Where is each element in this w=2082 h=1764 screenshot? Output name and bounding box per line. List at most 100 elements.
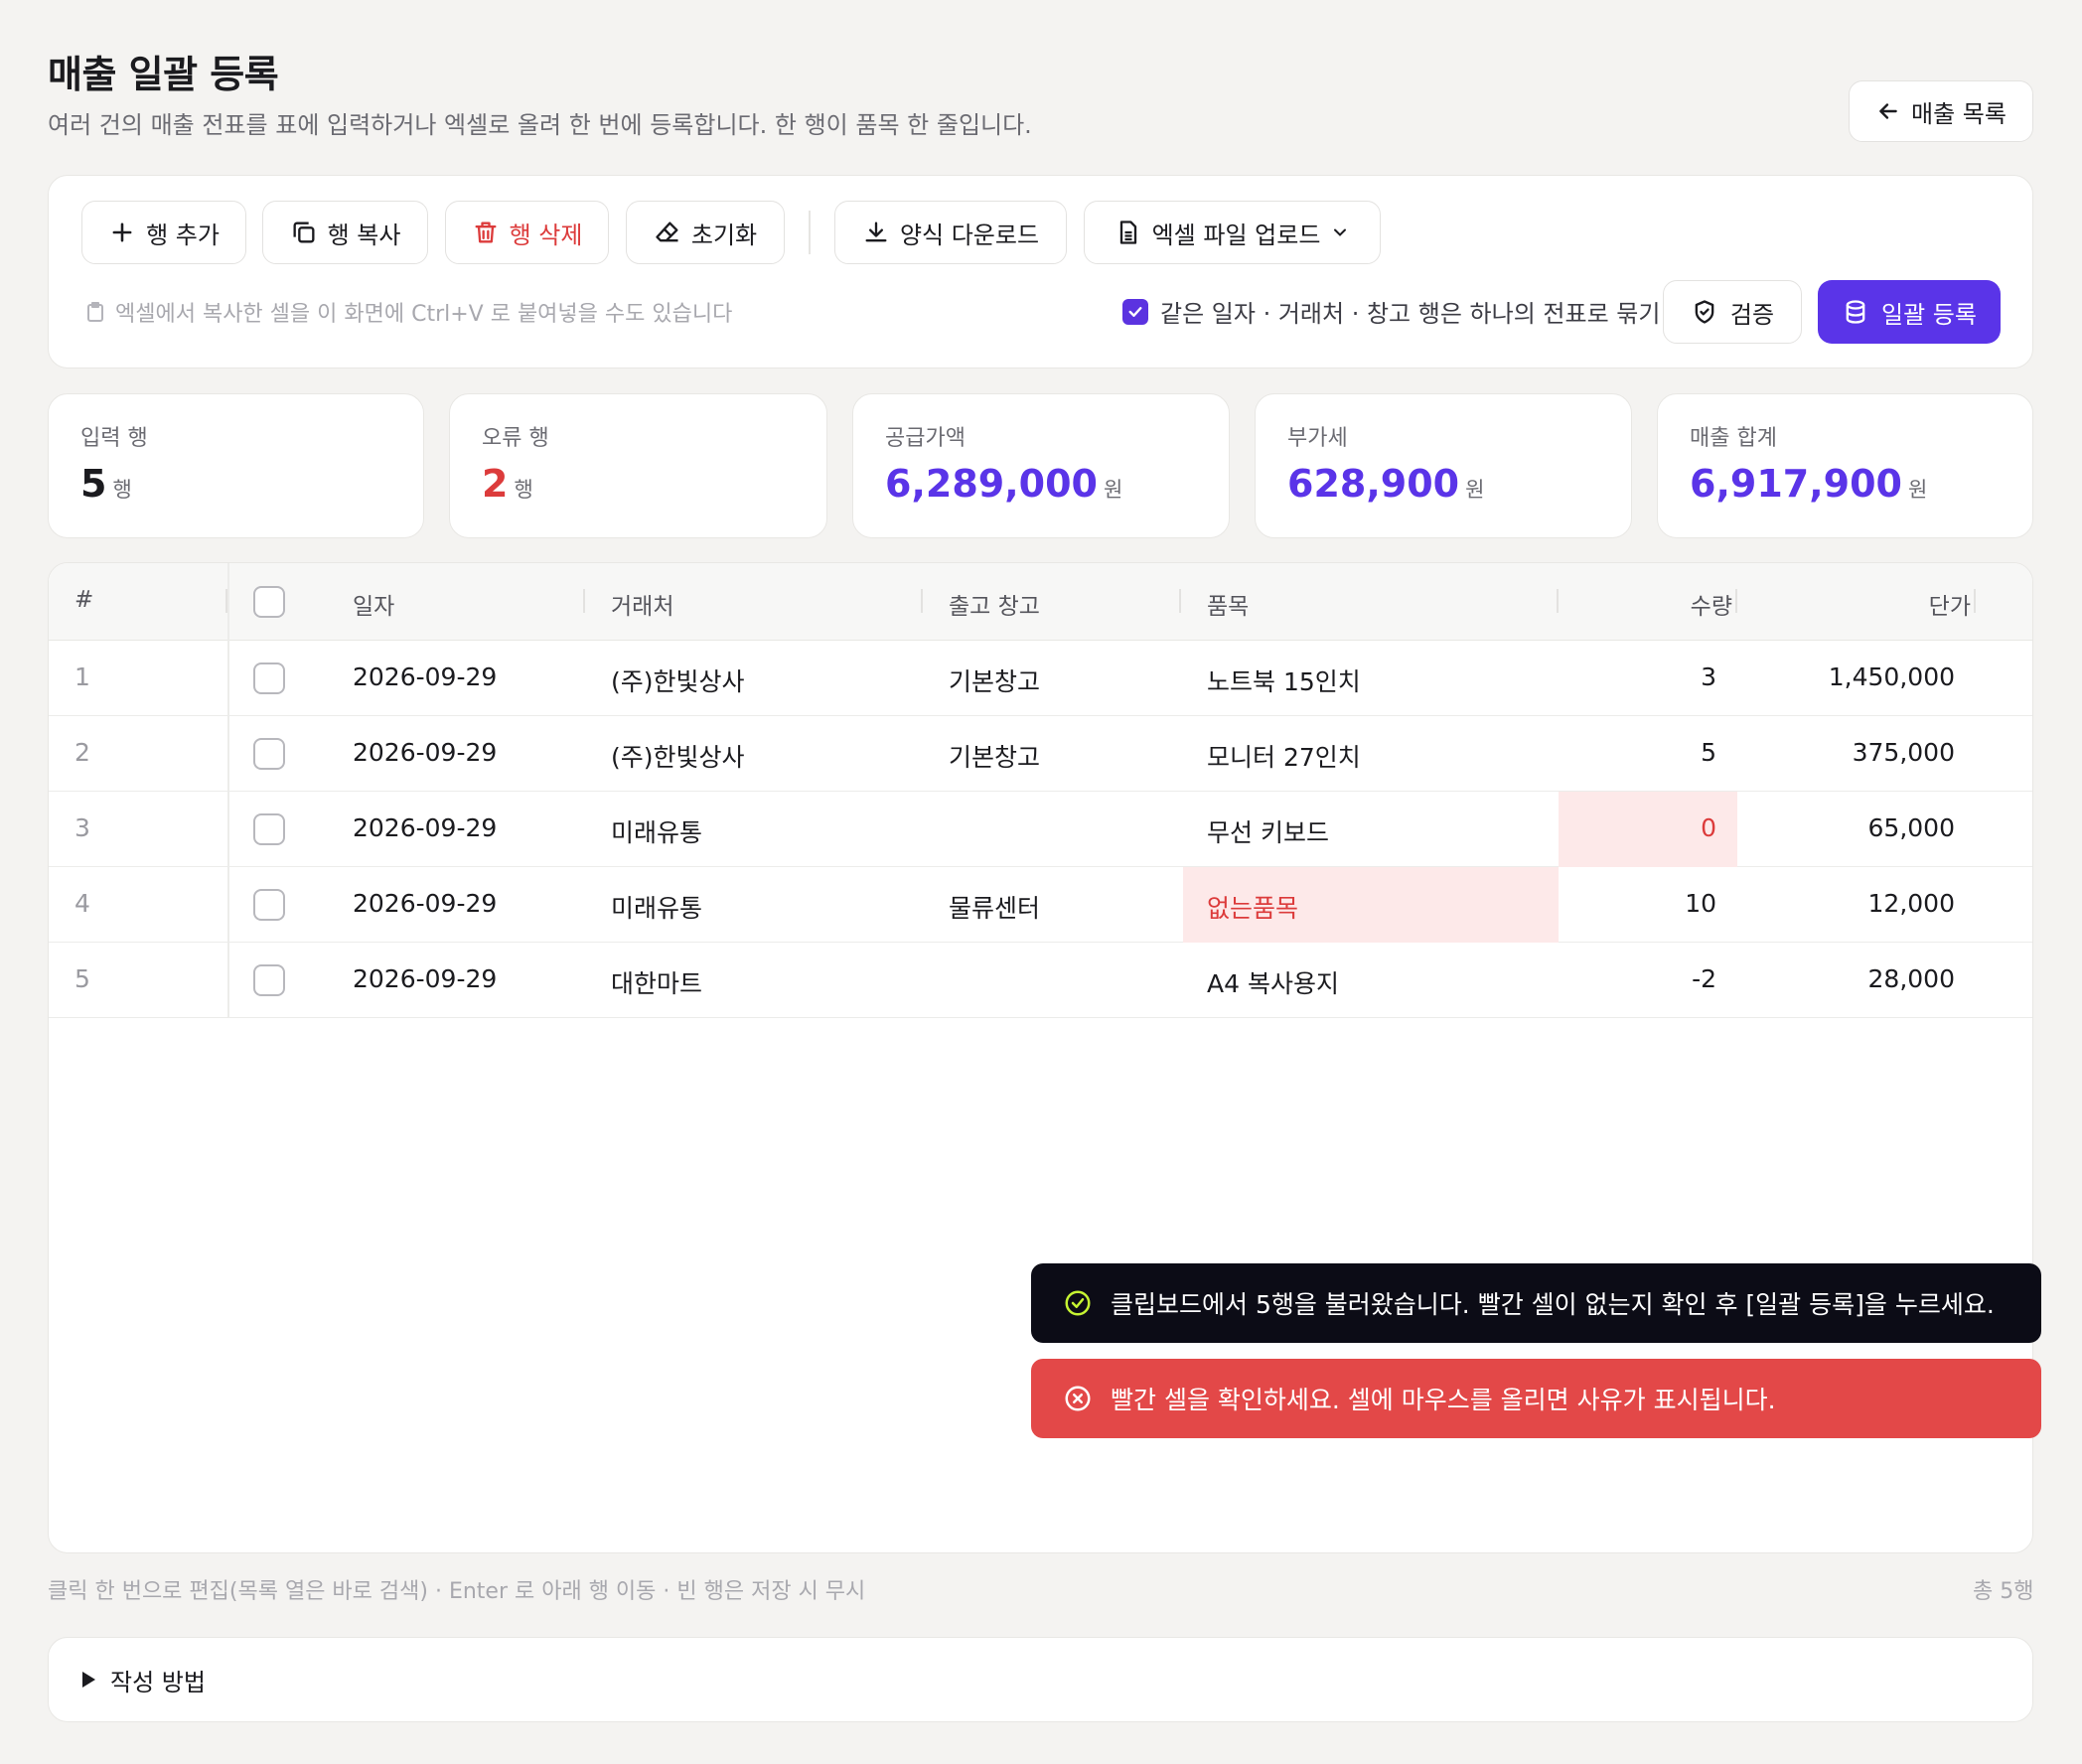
cell-item[interactable]: A4 복사용지	[1207, 964, 1339, 1000]
cell-price[interactable]: 375,000	[1853, 738, 1955, 767]
stat-unit: 행	[514, 478, 533, 502]
cell-date[interactable]: 2026-09-29	[353, 738, 497, 767]
cell-customer[interactable]: (주)한빛상사	[611, 738, 745, 774]
col-separator	[921, 589, 923, 613]
reset-button[interactable]: 초기화	[626, 201, 785, 264]
excel-upload-dropdown[interactable]: 엑셀 파일 업로드	[1084, 201, 1381, 264]
cell-price[interactable]: 28,000	[1868, 964, 1955, 993]
row-checkbox[interactable]	[253, 964, 285, 996]
stat-sales-total: 매출 합계 6,917,900 원	[1657, 393, 2033, 538]
template-download-button[interactable]: 양식 다운로드	[834, 201, 1067, 264]
x-circle-icon	[1065, 1386, 1091, 1411]
clipboard-icon	[87, 302, 103, 322]
cell-qty[interactable]: -2	[1692, 964, 1716, 993]
error-toast[interactable]: 빨간 셀을 확인하세요. 셀에 마우스를 올리면 사유가 표시됩니다.	[1031, 1359, 2041, 1438]
col-separator	[1179, 589, 1181, 613]
stat-label: 부가세	[1287, 426, 1348, 451]
stat-unit: 원	[1907, 478, 1928, 502]
verify-label: 검증	[1729, 300, 1775, 329]
table-row[interactable]: 3 2026-09-29 미래유통 무선 키보드 0 65,000	[49, 792, 2032, 867]
success-toast-text: 클립보드에서 5행을 불러왔습니다. 빨간 셀이 없는지 확인 후 [일괄 등록…	[1111, 1290, 1995, 1319]
stat-value: 5	[80, 462, 107, 506]
table-row[interactable]: 2 2026-09-29 (주)한빛상사 기본창고 모니터 27인치 5 375…	[49, 716, 2032, 792]
row-index: 5	[74, 964, 90, 993]
stat-label: 공급가액	[885, 426, 966, 451]
col-header-customer: 거래처	[611, 594, 674, 620]
cell-item[interactable]: 노트북 15인치	[1207, 662, 1361, 698]
cell-item[interactable]: 무선 키보드	[1207, 813, 1329, 849]
row-index: 4	[74, 889, 90, 918]
page-subtitle: 여러 건의 매출 전표를 표에 입력하거나 엑셀로 올려 한 번에 등록합니다.…	[48, 111, 1032, 139]
trash-icon	[475, 221, 497, 243]
download-icon	[865, 221, 887, 242]
total-row-count: 총 5행	[1973, 1579, 2034, 1604]
copy-icon	[293, 221, 315, 243]
verify-button[interactable]: 검증	[1663, 280, 1802, 344]
cell-price[interactable]: 1,450,000	[1829, 662, 1955, 691]
table-row[interactable]: 5 2026-09-29 대한마트 A4 복사용지 -2 28,000	[49, 943, 2032, 1018]
col-header-item: 품목	[1207, 594, 1250, 620]
col-separator	[583, 589, 585, 613]
cell-item-error[interactable]: 없는품목	[1207, 889, 1298, 925]
row-index: 1	[74, 662, 90, 691]
add-row-label: 행 추가	[146, 220, 220, 249]
cell-customer[interactable]: (주)한빛상사	[611, 662, 745, 698]
select-all-checkbox[interactable]	[253, 586, 285, 618]
stat-label: 오류 행	[482, 426, 549, 451]
delete-row-label: 행 삭제	[509, 220, 583, 249]
row-checkbox[interactable]	[253, 813, 285, 845]
cell-qty[interactable]: 3	[1701, 662, 1716, 691]
stat-unit: 행	[112, 478, 132, 502]
table-row[interactable]: 4 2026-09-29 미래유통 물류센터 없는품목 10 12,000	[49, 867, 2032, 943]
success-toast[interactable]: 클립보드에서 5행을 불러왔습니다. 빨간 셀이 없는지 확인 후 [일괄 등록…	[1031, 1263, 2041, 1343]
excel-upload-label: 엑셀 파일 업로드	[1151, 220, 1321, 249]
error-toast-text: 빨간 셀을 확인하세요. 셀에 마우스를 올리면 사유가 표시됩니다.	[1111, 1386, 1776, 1414]
cell-warehouse[interactable]: 기본창고	[949, 662, 1040, 698]
plus-icon	[112, 222, 132, 242]
cell-customer[interactable]: 미래유통	[611, 813, 702, 849]
row-index: 3	[74, 813, 90, 842]
toolbar-divider	[809, 211, 811, 254]
back-to-list-button[interactable]: 매출 목록	[1849, 80, 2033, 142]
cell-warehouse[interactable]: 물류센터	[949, 889, 1040, 925]
cell-customer[interactable]: 미래유통	[611, 889, 702, 925]
cell-qty[interactable]: 5	[1701, 738, 1716, 767]
stat-value: 6,289,000	[885, 462, 1098, 506]
back-label: 매출 목록	[1911, 99, 2007, 128]
row-checkbox[interactable]	[253, 738, 285, 770]
cell-warehouse[interactable]: 기본창고	[949, 738, 1040, 774]
stat-unit: 원	[1465, 478, 1485, 502]
row-checkbox[interactable]	[253, 889, 285, 921]
caret-right-icon	[82, 1672, 95, 1688]
table-header: # 일자 거래처 출고 창고 품목 수량 단가	[49, 563, 2032, 641]
add-row-button[interactable]: 행 추가	[81, 201, 246, 264]
cell-qty[interactable]: 10	[1685, 889, 1716, 918]
cell-date[interactable]: 2026-09-29	[353, 889, 497, 918]
cell-date[interactable]: 2026-09-29	[353, 964, 497, 993]
cell-customer[interactable]: 대한마트	[611, 964, 702, 1000]
col-header-warehouse: 출고 창고	[949, 594, 1040, 620]
bulk-submit-button[interactable]: 일괄 등록	[1818, 280, 2001, 344]
arrow-left-icon	[1879, 103, 1897, 119]
page-title: 매출 일괄 등록	[48, 53, 279, 96]
group-voucher-checkbox[interactable]	[1122, 298, 1148, 325]
cell-price[interactable]: 65,000	[1868, 813, 1955, 842]
stat-label: 입력 행	[80, 426, 148, 451]
stat-value: 6,917,900	[1690, 462, 1902, 506]
edit-hint: 클릭 한 번으로 편집(목록 열은 바로 검색) · Enter 로 아래 행 …	[48, 1579, 866, 1604]
cell-item[interactable]: 모니터 27인치	[1207, 738, 1361, 774]
cell-date[interactable]: 2026-09-29	[353, 662, 497, 691]
col-separator	[1735, 589, 1737, 613]
delete-row-button[interactable]: 행 삭제	[445, 201, 609, 264]
copy-row-button[interactable]: 행 복사	[262, 201, 428, 264]
howto-disclosure[interactable]: 작성 방법	[48, 1637, 2033, 1722]
row-checkbox[interactable]	[253, 662, 285, 694]
cell-price[interactable]: 12,000	[1868, 889, 1955, 918]
cell-qty-error[interactable]: 0	[1701, 813, 1716, 842]
table-row[interactable]: 1 2026-09-29 (주)한빛상사 기본창고 노트북 15인치 3 1,4…	[49, 641, 2032, 716]
group-voucher-option[interactable]: 같은 일자 · 거래처 · 창고 행은 하나의 전표로 묶기	[1122, 294, 1660, 329]
cell-date[interactable]: 2026-09-29	[353, 813, 497, 842]
howto-label: 작성 방법	[110, 1668, 206, 1696]
copy-row-label: 행 복사	[327, 220, 401, 249]
paste-hint: 엑셀에서 복사한 셀을 이 화면에 Ctrl+V 로 붙여넣을 수도 있습니다	[83, 296, 732, 328]
